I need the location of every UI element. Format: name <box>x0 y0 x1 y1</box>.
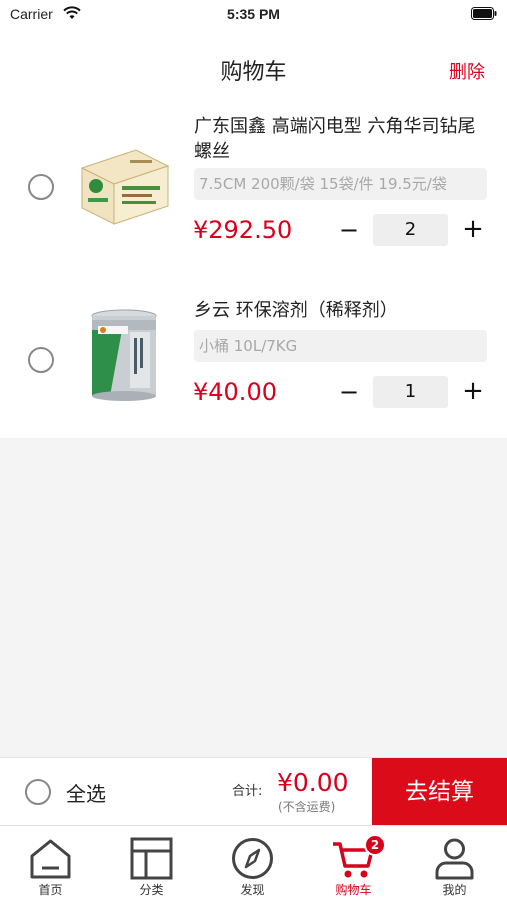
nav-bar: 购物车 删除 <box>0 28 507 98</box>
compass-icon <box>232 838 273 879</box>
quantity-decrease-button[interactable]: − <box>337 377 361 407</box>
checkout-button[interactable]: 去结算 <box>372 758 507 826</box>
tab-home-label: 首页 <box>38 883 63 897</box>
tab-cart-label: 购物车 <box>335 883 372 897</box>
tab-home[interactable]: 首页 <box>0 826 101 900</box>
category-icon <box>130 837 173 880</box>
product-spec: 7.5CM 200颗/袋 15袋/件 19.5元/袋 <box>194 168 487 200</box>
product-spec: 小桶 10L/7KG <box>194 330 487 362</box>
tab-profile-label: 我的 <box>442 883 467 897</box>
quantity-input[interactable]: 1 <box>373 376 448 408</box>
tab-bar: 首页 分类 发现 2 购物车 我的 <box>0 825 507 900</box>
status-time: 5:35 PM <box>227 6 280 22</box>
cart-count-badge: 2 <box>364 834 386 856</box>
tab-profile[interactable]: 我的 <box>404 826 505 900</box>
tab-cart[interactable]: 2 购物车 <box>303 826 404 900</box>
tab-category-label: 分类 <box>139 883 164 897</box>
quantity-input[interactable]: 2 <box>373 214 448 246</box>
product-name: 广东国鑫 高端闪电型 六角华司钻尾螺丝 <box>194 116 476 162</box>
select-all-radio[interactable] <box>25 779 51 805</box>
item-select-radio[interactable] <box>28 347 54 373</box>
page-title: 购物车 <box>220 60 287 85</box>
status-bar: Carrier 5:35 PM <box>0 0 507 28</box>
quantity-increase-button[interactable]: + <box>461 214 485 244</box>
item-select-radio[interactable] <box>28 174 54 200</box>
tab-discover-label: 发现 <box>240 883 265 897</box>
tab-discover[interactable]: 发现 <box>202 826 303 900</box>
cart-item: 乡云 环保溶剂（稀释剂） 小桶 10L/7KG ¥40.00 − 1 + <box>0 268 507 438</box>
shipping-note: (不含运费) <box>278 800 336 814</box>
total-label: 合计: <box>232 784 263 799</box>
cart-item: 广东国鑫 高端闪电型 六角华司钻尾螺丝 7.5CM 200颗/袋 15袋/件 1… <box>0 98 507 268</box>
solvent-can-image <box>91 309 157 401</box>
home-icon <box>30 839 71 879</box>
screw-box-image <box>80 149 170 225</box>
battery-icon <box>471 7 497 20</box>
product-price: ¥40.00 <box>193 378 277 406</box>
user-icon <box>435 838 474 880</box>
total-value: ¥0.00 <box>277 768 349 797</box>
checkout-bar: 全选 合计: ¥0.00 (不含运费) 去结算 <box>0 757 507 826</box>
cart-list: 广东国鑫 高端闪电型 六角华司钻尾螺丝 7.5CM 200颗/袋 15袋/件 1… <box>0 98 507 438</box>
product-price: ¥292.50 <box>193 216 293 244</box>
tab-category[interactable]: 分类 <box>101 826 202 900</box>
delete-button[interactable]: 删除 <box>449 58 485 84</box>
select-all-label[interactable]: 全选 <box>66 778 106 807</box>
quantity-increase-button[interactable]: + <box>461 376 485 406</box>
product-name: 乡云 环保溶剂（稀释剂） <box>194 300 398 321</box>
quantity-decrease-button[interactable]: − <box>337 215 361 245</box>
